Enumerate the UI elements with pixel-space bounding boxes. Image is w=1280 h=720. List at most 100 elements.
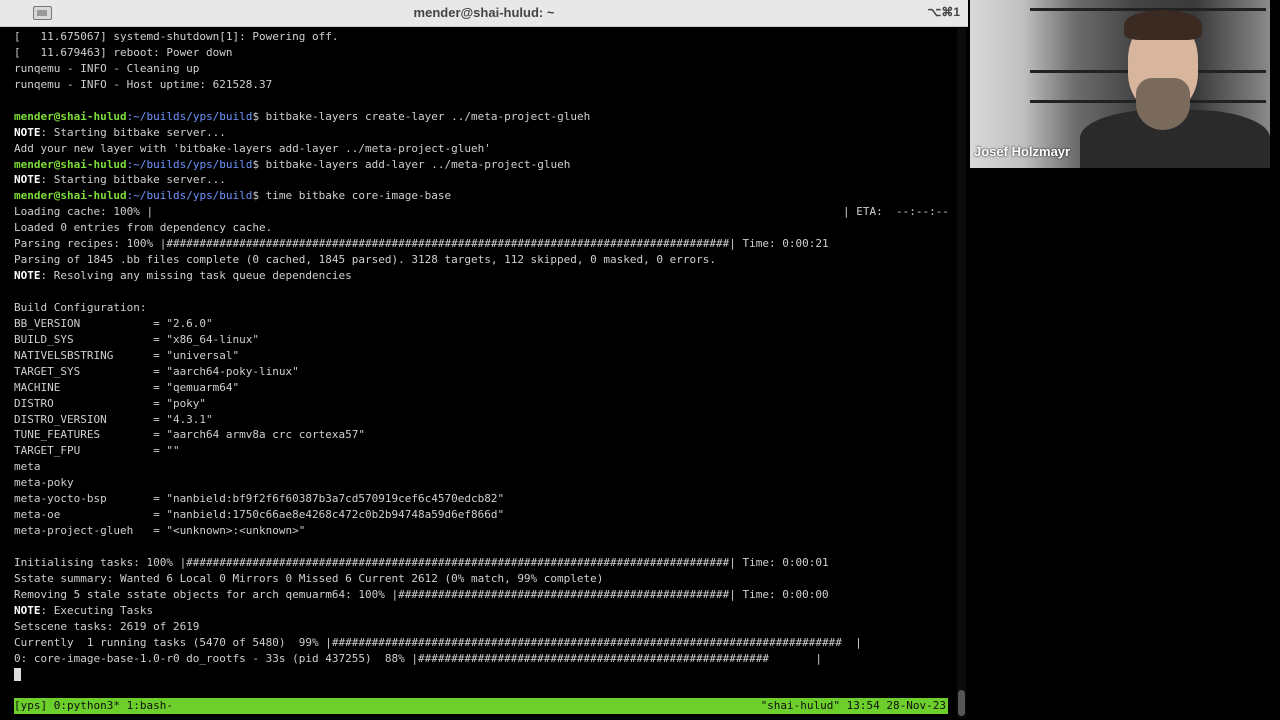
line-text: BUILD_SYS = "x86_64-linux" [14,332,260,346]
terminal-line: Parsing of 1845 .bb files complete (0 ca… [14,252,949,268]
command-text: $ time bitbake core-image-base [252,189,452,203]
terminal-line: NOTE: Resolving any missing task queue d… [14,268,949,284]
line-right-text: | ETA: --:--:-- [843,205,949,219]
window-title: mender@shai-hulud: ~ [413,5,555,20]
terminal-line: NOTE: Starting bitbake server... [14,125,949,141]
terminal-line: NATIVELSBSTRING = "universal" [14,348,949,364]
line-text: Setscene tasks: 2619 of 2619 [14,619,200,633]
line-text: DISTRO_VERSION = "4.3.1" [14,412,213,426]
tmux-status-right: "shai-hulud" 13:54 28-Nov-23 [760,699,946,712]
terminal-line: Build Configuration: [14,300,949,316]
tmux-status-bar: [yps] 0:python3* 1:bash- "shai-hulud" 13… [14,698,948,714]
webcam-video: Josef Holzmayr [970,0,1270,168]
terminal-line: mender@shai-hulud:~/builds/yps/build$ ti… [14,188,949,204]
command-text: $ bitbake-layers add-layer ../meta-proje… [252,157,571,171]
command-text: $ bitbake-layers create-layer ../meta-pr… [252,109,591,123]
terminal-line: meta-project-glueh = "<unknown>:<unknown… [14,523,949,539]
line-text: DISTRO = "poky" [14,396,207,410]
terminal-line [14,667,949,683]
terminal-line: NOTE: Starting bitbake server... [14,172,949,188]
line-text: Sstate summary: Wanted 6 Local 0 Mirrors… [14,571,604,585]
terminal-line: MACHINE = "qemuarm64" [14,380,949,396]
tmux-window-list[interactable]: [yps] 0:python3* 1:bash- [14,698,173,714]
prompt-user: mender@shai-hulud [14,157,127,171]
prompt-path: :~/builds/yps/build [126,189,253,203]
line-text: Initialising tasks: 100% |##############… [14,555,829,569]
terminal-line: TUNE_FEATURES = "aarch64 armv8a crc cort… [14,427,949,443]
note-text: : Starting bitbake server... [40,173,226,187]
line-text: meta-project-glueh = "<unknown>:<unknown… [14,524,306,538]
line-text: meta [14,460,41,474]
line-text: Loading cache: 100% | [14,205,154,219]
line-text: Loaded 0 entries from dependency cache. [14,221,273,235]
line-text: meta-yocto-bsp = "nanbield:bf9f2f6f60387… [14,492,505,506]
note-label: NOTE [14,603,41,617]
terminal-line: Initialising tasks: 100% |##############… [14,555,949,571]
note-label: NOTE [14,173,41,187]
line-text: Parsing of 1845 .bb files complete (0 ca… [14,253,716,267]
line-text: TARGET_SYS = "aarch64-poky-linux" [14,364,299,378]
title-bar[interactable]: mender@shai-hulud: ~ ⌥⌘1 [0,0,968,27]
terminal-output[interactable]: [ 11.675067] systemd-shutdown[1]: Poweri… [14,29,949,695]
note-text: : Resolving any missing task queue depen… [40,269,352,283]
terminal-line: Removing 5 stale sstate objects for arch… [14,587,949,603]
line-text: TARGET_FPU = "" [14,444,180,458]
person-hair [1124,10,1202,40]
terminal-line: mender@shai-hulud:~/builds/yps/build$ bi… [14,109,949,125]
text-cursor [14,668,21,681]
terminal-line: | ETA: --:--:-- Loading cache: 100% | [14,204,949,220]
line-text: meta-poky [14,476,74,490]
line-text: runqemu - INFO - Host uptime: 621528.37 [14,77,273,91]
terminal-line: BUILD_SYS = "x86_64-linux" [14,332,949,348]
line-text: BB_VERSION = "2.6.0" [14,316,213,330]
terminal-line: meta-oe = "nanbield:1750c66ae8e4268c472c… [14,507,949,523]
line-text: runqemu - INFO - Cleaning up [14,61,200,75]
note-label: NOTE [14,269,41,283]
terminal-line: runqemu - INFO - Cleaning up [14,61,949,77]
line-text: NATIVELSBSTRING = "universal" [14,348,240,362]
prompt-path: :~/builds/yps/build [126,109,253,123]
terminal-line: mender@shai-hulud:~/builds/yps/build$ bi… [14,157,949,173]
terminal-line: DISTRO = "poky" [14,396,949,412]
terminal-line: meta [14,459,949,475]
line-text: Build Configuration: [14,300,147,314]
line-text: 0: core-image-base-1.0-r0 do_rootfs - 33… [14,651,822,665]
prompt-user: mender@shai-hulud [14,109,127,123]
terminal-line: TARGET_SYS = "aarch64-poky-linux" [14,364,949,380]
terminal-line: Loaded 0 entries from dependency cache. [14,220,949,236]
line-text: Parsing recipes: 100% |#################… [14,237,829,251]
terminal-line: meta-poky [14,475,949,491]
prompt-user: mender@shai-hulud [14,189,127,203]
window-shortcut: ⌥⌘1 [927,5,960,19]
person-beard [1136,78,1190,130]
line-text: Removing 5 stale sstate objects for arch… [14,587,829,601]
scrollbar-thumb[interactable] [958,690,965,716]
terminal-line: BB_VERSION = "2.6.0" [14,316,949,332]
line-text: TUNE_FEATURES = "aarch64 armv8a crc cort… [14,428,365,442]
terminal-scrollbar[interactable] [957,28,966,718]
terminal-line: Add your new layer with 'bitbake-layers … [14,141,949,157]
line-text: meta-oe = "nanbield:1750c66ae8e4268c472c… [14,508,505,522]
line-text: Add your new layer with 'bitbake-layers … [14,141,491,155]
terminal-line: meta-yocto-bsp = "nanbield:bf9f2f6f60387… [14,491,949,507]
terminal-window[interactable]: mender@shai-hulud: ~ ⌥⌘1 [ 11.675067] sy… [0,0,968,720]
terminal-line: Sstate summary: Wanted 6 Local 0 Mirrors… [14,571,949,587]
note-label: NOTE [14,125,41,139]
note-text: : Starting bitbake server... [40,125,226,139]
terminal-line: Parsing recipes: 100% |#################… [14,236,949,252]
terminal-line: [ 11.675067] systemd-shutdown[1]: Poweri… [14,29,949,45]
line-text: MACHINE = "qemuarm64" [14,380,240,394]
terminal-line: Setscene tasks: 2619 of 2619 [14,619,949,635]
line-text: Currently 1 running tasks (5470 of 5480)… [14,635,862,649]
terminal-line: Currently 1 running tasks (5470 of 5480)… [14,635,949,651]
terminal-line: DISTRO_VERSION = "4.3.1" [14,412,949,428]
participant-name: Josef Holzmayr [974,144,1071,159]
note-text: : Executing Tasks [40,603,154,617]
terminal-line: NOTE: Executing Tasks [14,603,949,619]
prompt-path: :~/builds/yps/build [126,157,253,171]
terminal-line: [ 11.679463] reboot: Power down [14,45,949,61]
terminal-line: TARGET_FPU = "" [14,443,949,459]
